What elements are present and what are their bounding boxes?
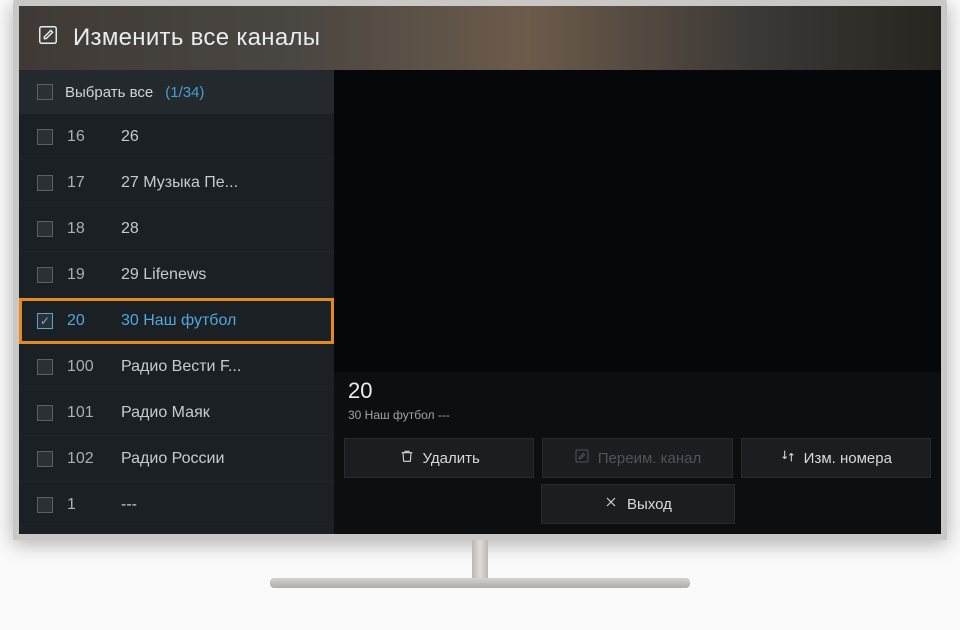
channel-preview — [334, 70, 941, 372]
channel-row[interactable]: 1 --- — [19, 482, 334, 528]
channel-row-name: 26 — [121, 128, 316, 146]
channel-row-number: 18 — [67, 220, 107, 238]
tv-screen: Изменить все каналы Выбрать все (1/34) 1… — [19, 6, 941, 534]
channel-number: 20 — [348, 378, 927, 404]
channel-checkbox[interactable] — [37, 405, 53, 421]
channel-row-name: 30 Наш футбол — [121, 312, 316, 330]
channel-row-name: --- — [121, 496, 316, 514]
channel-row-name: Радио России — [121, 450, 316, 468]
tv-frame: Изменить все каналы Выбрать все (1/34) 1… — [13, 0, 947, 540]
channel-checkbox[interactable] — [37, 497, 53, 513]
channel-checkbox[interactable] — [37, 313, 53, 329]
page-title: Изменить все каналы — [73, 24, 320, 52]
channel-row-number: 101 — [67, 404, 107, 422]
swap-icon — [780, 448, 796, 468]
channel-row-name: Радио Вести F... — [121, 358, 316, 376]
renumber-button[interactable]: Изм. номера — [741, 438, 931, 478]
channel-row[interactable]: 17 27 Музыка Пе... — [19, 160, 334, 206]
channel-sidebar: Выбрать все (1/34) 16261727 Музыка Пе...… — [19, 70, 334, 534]
close-icon — [603, 494, 619, 514]
channel-checkbox[interactable] — [37, 359, 53, 375]
channel-row[interactable]: 102 Радио России — [19, 436, 334, 482]
rename-button[interactable]: Переим. канал — [542, 438, 732, 478]
channel-row-name: Радио Маяк — [121, 404, 316, 422]
channel-row[interactable]: 1828 — [19, 206, 334, 252]
channel-row-number: 16 — [67, 128, 107, 146]
select-all-checkbox[interactable] — [37, 84, 53, 100]
channel-row[interactable]: 100 Радио Вести F... — [19, 344, 334, 390]
channel-row-number: 1 — [67, 496, 107, 514]
channel-list[interactable]: 16261727 Музыка Пе...18281929 Lifenews20… — [19, 114, 334, 534]
trash-icon — [399, 448, 415, 468]
channel-row-name: 27 Музыка Пе... — [121, 174, 316, 192]
select-all-label: Выбрать все — [65, 84, 153, 101]
channel-row-number: 17 — [67, 174, 107, 192]
channel-row-number: 20 — [67, 312, 107, 330]
channel-checkbox[interactable] — [37, 175, 53, 191]
exit-button[interactable]: Выход — [541, 484, 735, 524]
detail-panel: 20 30 Наш футбол --- Удалить — [334, 70, 941, 534]
tv-stand-stem — [472, 540, 488, 580]
delete-label: Удалить — [423, 450, 480, 467]
channel-row-name: 29 Lifenews — [121, 266, 316, 284]
channel-row-number: 102 — [67, 450, 107, 468]
exit-label: Выход — [627, 496, 672, 513]
channel-row-name: 28 — [121, 220, 316, 238]
channel-row[interactable]: 19 29 Lifenews — [19, 252, 334, 298]
renumber-label: Изм. номера — [804, 450, 892, 467]
channel-row[interactable]: 101 Радио Маяк — [19, 390, 334, 436]
channel-checkbox[interactable] — [37, 267, 53, 283]
channel-row[interactable]: 1626 — [19, 114, 334, 160]
edit-icon — [37, 24, 59, 53]
delete-button[interactable]: Удалить — [344, 438, 534, 478]
header-bar: Изменить все каналы — [19, 6, 941, 70]
select-all-row[interactable]: Выбрать все (1/34) — [19, 70, 334, 114]
channel-meta: 20 30 Наш футбол --- — [334, 372, 941, 432]
channel-row-number: 100 — [67, 358, 107, 376]
channel-row[interactable]: 20 30 Наш футбол — [19, 298, 334, 344]
select-count: (1/34) — [165, 84, 204, 101]
tv-stand-base — [270, 578, 690, 588]
pencil-icon — [574, 448, 590, 468]
channel-checkbox[interactable] — [37, 221, 53, 237]
channel-name: 30 Наш футбол --- — [348, 408, 927, 422]
channel-checkbox[interactable] — [37, 451, 53, 467]
channel-checkbox[interactable] — [37, 129, 53, 145]
rename-label: Переим. канал — [598, 450, 701, 467]
channel-row-number: 19 — [67, 266, 107, 284]
